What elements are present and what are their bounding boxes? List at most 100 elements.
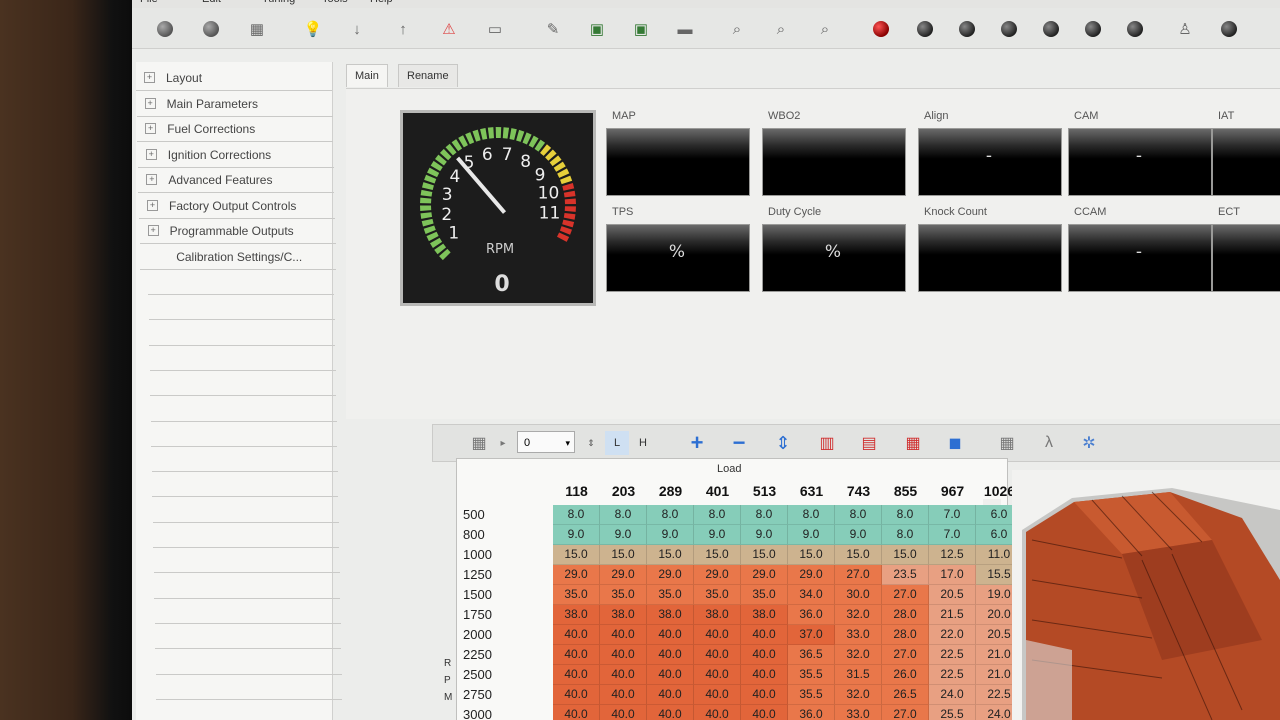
table-cell[interactable]: 22.5	[929, 645, 976, 665]
table-cell[interactable]: 35.0	[647, 585, 694, 605]
table-cell[interactable]: 32.0	[835, 605, 882, 625]
play-small-icon[interactable]: ▸	[491, 431, 515, 455]
table-cell[interactable]: 38.0	[647, 605, 694, 625]
table-cell[interactable]: 25.5	[929, 705, 976, 720]
table-cell[interactable]: 8.0	[835, 505, 882, 525]
row-header[interactable]: 2750	[463, 687, 533, 707]
row-header[interactable]: 1250	[463, 567, 533, 587]
table-cell[interactable]: 15.0	[835, 545, 882, 565]
record-icon[interactable]	[870, 18, 892, 40]
tab-rename-me[interactable]: Rename Me	[398, 64, 458, 104]
gauge-tps[interactable]: TPS%	[606, 206, 750, 292]
expand-icon[interactable]: +	[144, 72, 155, 83]
table-cell[interactable]: 35.5	[788, 665, 835, 685]
table-cols-icon[interactable]: ▥	[815, 431, 839, 455]
play-icon[interactable]	[956, 18, 978, 40]
gauge-map[interactable]: MAP	[606, 110, 750, 196]
table-cell[interactable]: 24.0	[929, 685, 976, 705]
table-cell[interactable]: 40.0	[600, 665, 647, 685]
play-icon[interactable]	[1124, 18, 1146, 40]
save-icon[interactable]: ▣	[586, 18, 608, 40]
table-cell[interactable]: 40.0	[600, 625, 647, 645]
table-cell[interactable]: 40.0	[600, 645, 647, 665]
menu-tools[interactable]: Tools	[322, 0, 348, 5]
column-header[interactable]: 401	[694, 483, 741, 503]
row-header[interactable]: 2250	[463, 647, 533, 667]
table-cell[interactable]: 8.0	[553, 505, 600, 525]
high-toggle[interactable]: H	[631, 431, 655, 455]
table-cell[interactable]: 36.0	[788, 705, 835, 720]
table-cell[interactable]: 26.5	[882, 685, 929, 705]
table-cell[interactable]: 29.0	[553, 565, 600, 585]
spinner-icon[interactable]: ⇕	[579, 431, 603, 455]
expand-icon[interactable]: +	[147, 225, 159, 236]
sidebar-item-ignition-corrections[interactable]: + Ignition Corrections	[137, 143, 334, 168]
table-cell[interactable]: 40.0	[647, 685, 694, 705]
table-cell[interactable]: 15.0	[553, 545, 600, 565]
table-cell[interactable]: 35.0	[600, 585, 647, 605]
table-cell[interactable]: 15.0	[882, 545, 929, 565]
zoom-icon[interactable]: ⌕	[726, 18, 748, 40]
menu-file[interactable]: File	[140, 0, 158, 5]
gauge-cam[interactable]: CAM -	[1068, 110, 1212, 196]
table-cell[interactable]: 15.0	[647, 545, 694, 565]
expand-icon[interactable]: +	[146, 174, 158, 185]
arrow-up-icon[interactable]: ↑	[392, 18, 414, 40]
table-cell[interactable]: 32.0	[835, 685, 882, 705]
save-icon[interactable]: ▣	[630, 18, 652, 40]
table-cell[interactable]: 38.0	[553, 605, 600, 625]
row-header[interactable]: 1750	[463, 607, 533, 627]
table-cell[interactable]: 8.0	[741, 505, 788, 525]
table-edit-icon[interactable]: ▦	[901, 431, 925, 455]
table-cell[interactable]: 38.0	[741, 605, 788, 625]
table-cell[interactable]: 40.0	[694, 705, 741, 720]
table-cell[interactable]: 8.0	[882, 525, 929, 545]
zoom-icon[interactable]: ⌕	[814, 18, 836, 40]
table-cell[interactable]: 40.0	[694, 665, 741, 685]
minus-icon[interactable]: −	[727, 430, 751, 455]
table-cell[interactable]: 36.5	[788, 645, 835, 665]
table-cell[interactable]: 8.0	[788, 505, 835, 525]
table-cell[interactable]: 35.5	[788, 685, 835, 705]
tab-main[interactable]: Main	[346, 64, 388, 87]
table-cell[interactable]: 33.0	[835, 705, 882, 720]
table-cell[interactable]: 27.0	[835, 565, 882, 585]
calendar-icon[interactable]: ▦	[995, 431, 1019, 455]
table-cell[interactable]: 15.0	[694, 545, 741, 565]
menu-help[interactable]: Help	[370, 0, 393, 5]
bulb-icon[interactable]: 💡	[302, 18, 324, 40]
table-cell[interactable]: 35.0	[741, 585, 788, 605]
table-cell[interactable]: 33.0	[835, 625, 882, 645]
table-cell[interactable]: 9.0	[600, 525, 647, 545]
value-select[interactable]: 0 ▾	[517, 431, 575, 453]
table-cell[interactable]: 9.0	[741, 525, 788, 545]
column-header[interactable]: 743	[835, 483, 882, 503]
menu-edit[interactable]: Edit	[202, 0, 221, 5]
table-cell[interactable]: 27.0	[882, 585, 929, 605]
tools-icon[interactable]: ✲	[1077, 431, 1101, 455]
table-cell[interactable]: 40.0	[553, 625, 600, 645]
sidebar-item-factory-output-controls[interactable]: + Factory Output Controls	[139, 194, 335, 219]
table-cell[interactable]: 40.0	[553, 685, 600, 705]
table-cell[interactable]: 21.5	[929, 605, 976, 625]
table-cell[interactable]: 9.0	[647, 525, 694, 545]
row-header[interactable]: 3000	[463, 707, 533, 720]
table-cell[interactable]: 9.0	[788, 525, 835, 545]
gauge-ccam[interactable]: CCAM -	[1068, 206, 1212, 292]
bar-icon[interactable]: ▬	[674, 18, 696, 40]
table-cell[interactable]: 40.0	[741, 705, 788, 720]
row-header[interactable]: 800	[463, 527, 533, 547]
table-cell[interactable]: 38.0	[600, 605, 647, 625]
table-cell[interactable]: 40.0	[647, 705, 694, 720]
table-cell[interactable]: 9.0	[553, 525, 600, 545]
sidebar-item-advanced-features[interactable]: + Advanced Features	[138, 168, 335, 193]
table-cell[interactable]: 40.0	[694, 645, 741, 665]
table-cell[interactable]: 8.0	[882, 505, 929, 525]
table-cell[interactable]: 27.0	[882, 705, 929, 720]
row-header[interactable]: 2000	[463, 627, 533, 647]
table-cell[interactable]: 30.0	[835, 585, 882, 605]
expand-icon[interactable]: +	[144, 97, 156, 109]
table-cell[interactable]: 40.0	[741, 685, 788, 705]
play-icon[interactable]	[1218, 18, 1240, 40]
table-cell[interactable]: 34.0	[788, 585, 835, 605]
